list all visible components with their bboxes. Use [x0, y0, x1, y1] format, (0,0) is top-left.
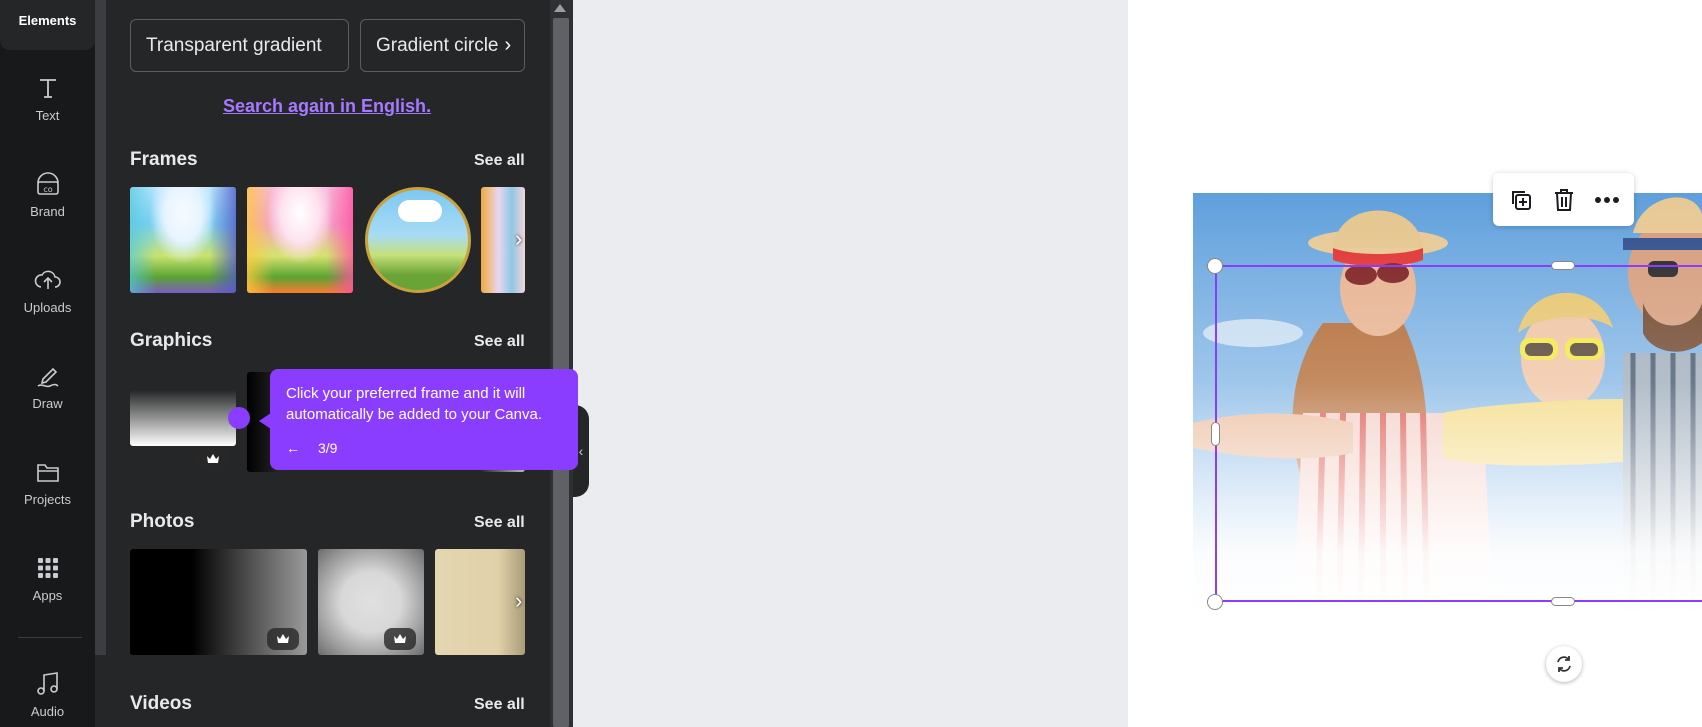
rail-item-apps[interactable]: Apps	[0, 552, 95, 642]
rail-item-text[interactable]: Text	[0, 72, 95, 162]
photo-thumb-3[interactable]	[435, 549, 525, 655]
section-title-frames: Frames	[130, 149, 198, 170]
tooltip-anchor-dot	[228, 407, 250, 429]
see-all-graphics[interactable]: See all	[474, 333, 525, 351]
delete-button[interactable]	[1547, 183, 1581, 217]
frame-overlay	[247, 187, 353, 293]
rail-item-projects[interactable]: Projects	[0, 456, 95, 546]
back-arrow-icon[interactable]: ←	[286, 440, 300, 456]
audio-icon	[32, 668, 64, 700]
section-title-videos: Videos	[130, 693, 192, 714]
search-again-link[interactable]: Search again in English	[223, 96, 426, 116]
frame-overlay	[130, 187, 236, 293]
resize-handle-top-left[interactable]	[1207, 258, 1223, 274]
more-icon	[1594, 196, 1619, 203]
crown-icon	[384, 628, 416, 650]
link-suffix: .	[426, 96, 432, 116]
resize-handle-left[interactable]	[1211, 422, 1220, 446]
see-all-videos[interactable]: See all	[474, 696, 525, 714]
rail-item-uploads[interactable]: Uploads	[0, 264, 95, 354]
panel-edge	[95, 0, 106, 655]
rail-item-audio[interactable]: Audio	[0, 668, 95, 727]
chevron-left-icon: ‹	[578, 443, 584, 459]
element-context-toolbar	[1493, 173, 1634, 226]
section-title-photos: Photos	[130, 511, 195, 532]
resize-handle-bottom[interactable]	[1551, 597, 1575, 606]
photos-next-icon[interactable]: ›	[515, 588, 522, 614]
resize-handle-top[interactable]	[1551, 261, 1575, 270]
section-title-graphics: Graphics	[130, 330, 213, 351]
brand-icon: co	[32, 168, 64, 200]
frames-next-icon[interactable]: ›	[515, 226, 522, 252]
rail-label: Uploads	[23, 300, 72, 315]
rail-label: Draw	[32, 396, 63, 411]
rail-label: Text	[35, 108, 60, 123]
see-all-frames[interactable]: See all	[474, 152, 525, 170]
apps-icon	[32, 552, 64, 584]
scroll-up-icon[interactable]	[554, 4, 566, 12]
svg-text:co: co	[43, 185, 52, 194]
chevron-right-icon[interactable]: ›	[505, 34, 512, 57]
rail-label: Elements	[18, 13, 77, 28]
search-again-link-row: Search again in English.	[223, 96, 431, 117]
frame-thumb-3[interactable]	[365, 187, 471, 293]
rail-label: Apps	[32, 588, 63, 603]
rail-item-draw[interactable]: Draw	[0, 360, 95, 450]
draw-icon	[32, 360, 64, 392]
uploads-icon	[32, 264, 64, 296]
elements-icon	[32, 0, 64, 9]
see-all-photos[interactable]: See all	[474, 514, 525, 532]
tooltip-text: Click your preferred frame and it will a…	[286, 385, 542, 423]
rail-label: Audio	[30, 704, 65, 719]
duplicate-button[interactable]	[1504, 183, 1538, 217]
rotate-icon	[1557, 656, 1571, 672]
left-rail: Elements Text co Brand Uploads Draw Proj…	[0, 0, 95, 727]
chip-transparent-gradient[interactable]: Transparent gradient	[130, 19, 349, 72]
rotate-button[interactable]	[1546, 646, 1582, 682]
text-icon	[32, 72, 64, 104]
chip-label: Gradient circle	[376, 34, 499, 56]
rail-divider	[18, 637, 82, 638]
crown-icon	[197, 448, 229, 470]
cloud-shape	[398, 200, 442, 222]
rail-item-brand[interactable]: co Brand	[0, 168, 95, 258]
projects-icon	[32, 456, 64, 488]
chip-gradient-circle[interactable]: Gradient circle ›	[360, 19, 525, 72]
tooltip-step-counter: 3/9	[318, 440, 338, 456]
tooltip-footer: ← 3/9	[286, 440, 337, 456]
selection-frame[interactable]	[1215, 265, 1702, 602]
rail-label: Brand	[30, 204, 65, 219]
tooltip-arrow	[259, 413, 271, 429]
onboarding-tooltip: Click your preferred frame and it will a…	[259, 369, 578, 470]
duplicate-icon	[1511, 190, 1531, 210]
graphic-thumb-1[interactable]	[130, 390, 236, 446]
chip-label: Transparent gradient	[146, 34, 322, 56]
trash-icon	[1554, 188, 1573, 211]
frame-thumb-2[interactable]	[247, 187, 353, 293]
frame-thumb-1[interactable]	[130, 187, 236, 293]
rail-item-elements[interactable]: Elements	[0, 0, 95, 50]
more-options-button[interactable]	[1590, 183, 1624, 217]
resize-handle-bottom-left[interactable]	[1207, 594, 1223, 610]
rail-label: Projects	[24, 492, 71, 507]
crown-icon	[267, 628, 299, 650]
